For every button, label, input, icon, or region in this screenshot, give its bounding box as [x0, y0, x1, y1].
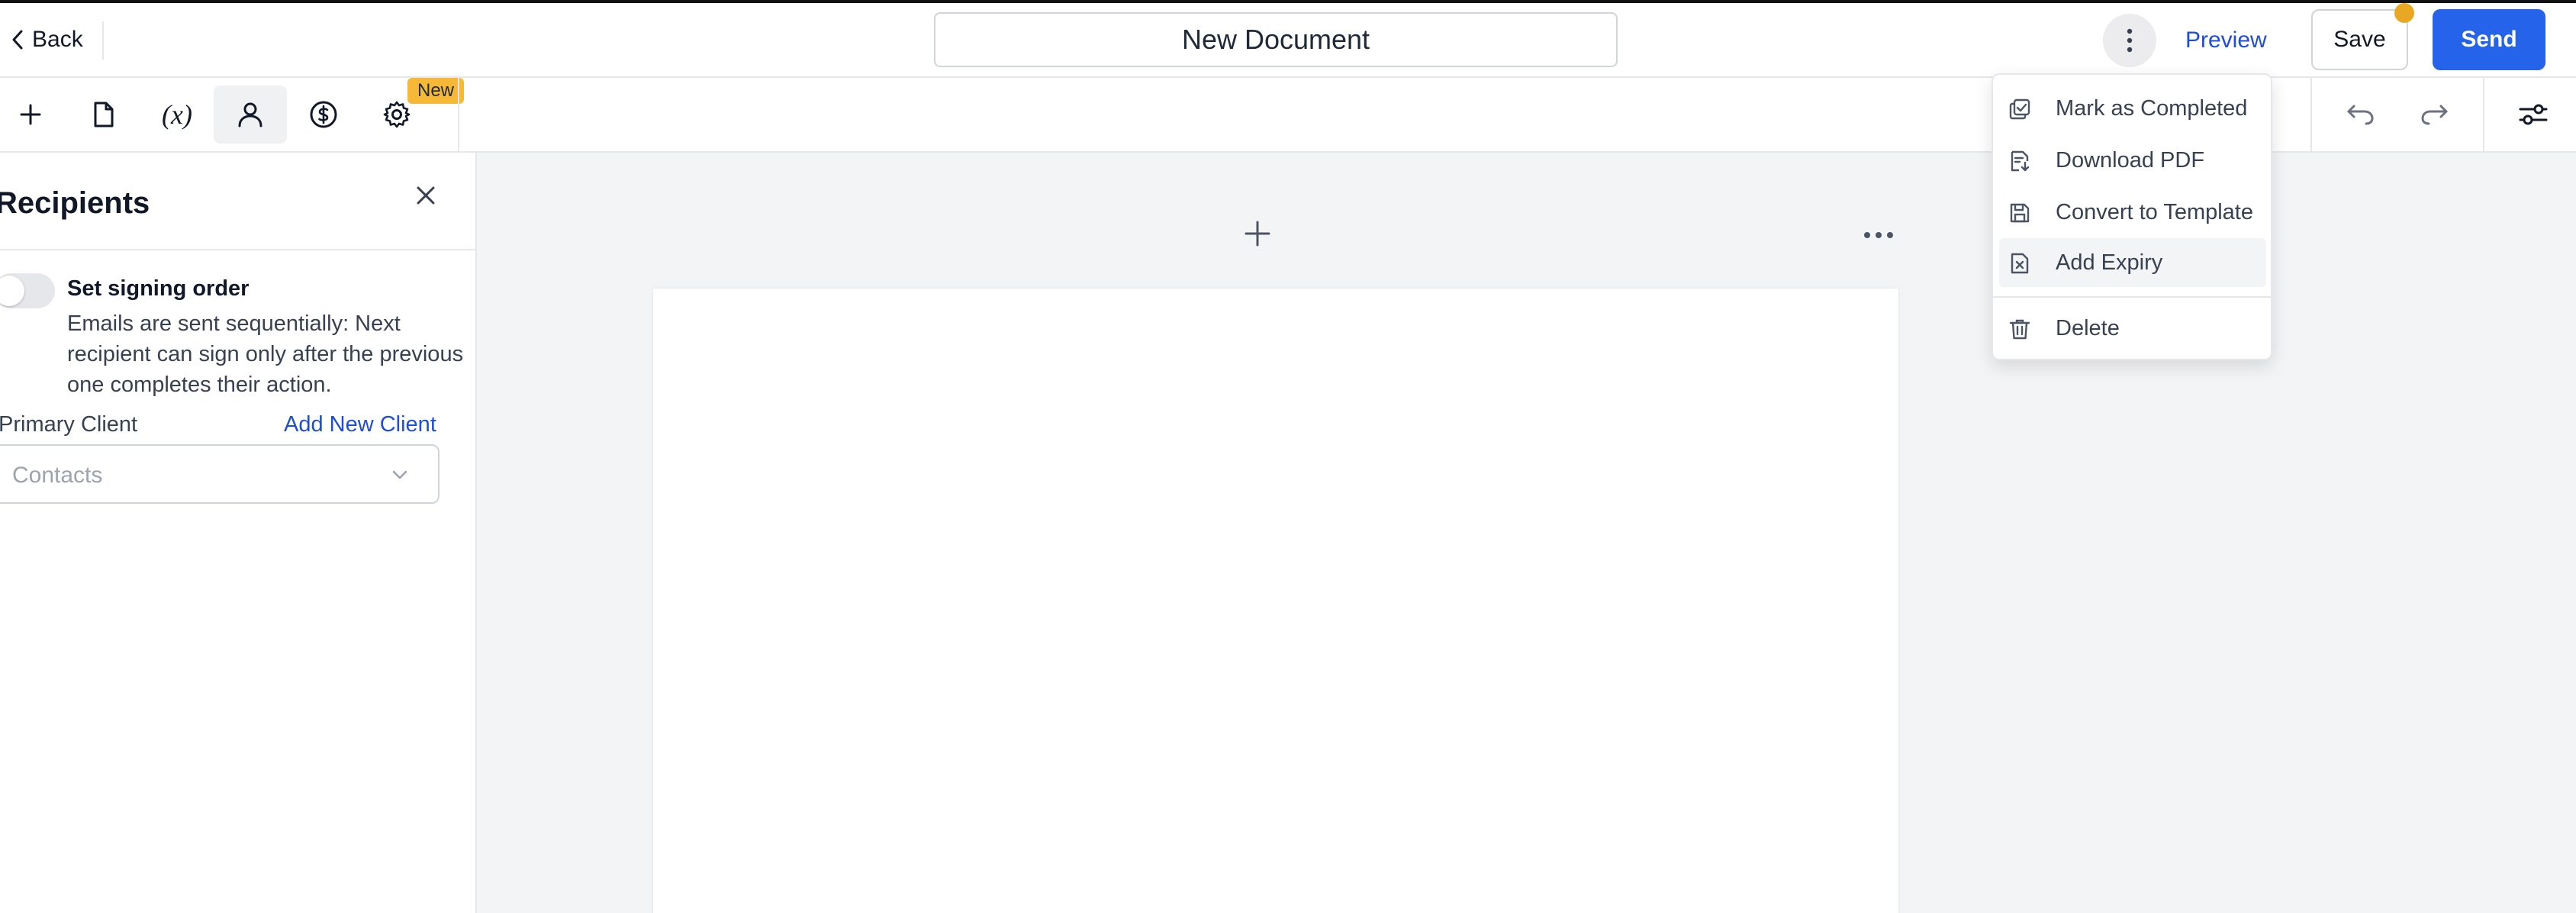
chevron-down-icon	[389, 464, 411, 486]
save-button[interactable]: Save	[2311, 9, 2408, 70]
file-x-icon	[2008, 252, 2031, 275]
toggle-knob	[0, 276, 24, 306]
plus-icon	[18, 102, 43, 127]
document-page[interactable]	[653, 289, 1898, 913]
new-badge: New	[407, 78, 464, 104]
document-settings-button[interactable]	[2497, 85, 2570, 144]
add-page-button[interactable]	[1242, 218, 1273, 249]
recipients-panel: Recipients Set signing order Emails are …	[0, 153, 477, 913]
variables-button[interactable]: (x)	[140, 85, 214, 144]
person-icon	[237, 102, 263, 127]
gear-icon	[382, 100, 411, 129]
contacts-select[interactable]: Contacts	[0, 444, 440, 504]
signing-order-description: Emails are sent sequentially: Next recip…	[67, 311, 464, 397]
redo-icon	[2420, 103, 2449, 126]
menu-item-label: Mark as Completed	[2056, 95, 2248, 121]
document-icon	[92, 101, 115, 128]
menu-item-add-expiry[interactable]: Add Expiry	[1999, 238, 2266, 287]
contacts-placeholder: Contacts	[12, 463, 103, 488]
add-new-client-link[interactable]: Add New Client	[284, 412, 436, 437]
menu-item-label: Add Expiry	[2056, 250, 2163, 275]
signing-order-title: Set signing order	[67, 276, 250, 301]
toolbar-divider	[458, 78, 459, 153]
save-icon	[2008, 202, 2031, 224]
menu-item-download-pdf[interactable]: Download PDF	[1999, 136, 2266, 185]
toolbar-divider	[2310, 78, 2312, 153]
more-options-menu: Mark as Completed Download PDF Convert t…	[1992, 73, 2272, 360]
horizontal-dots-icon	[1863, 231, 1894, 239]
undo-icon	[2346, 103, 2375, 126]
recipients-button[interactable]	[214, 85, 287, 144]
pricing-button[interactable]	[287, 85, 360, 144]
add-element-button[interactable]	[0, 85, 67, 144]
close-panel-button[interactable]	[409, 179, 443, 212]
document-title-input[interactable]	[934, 12, 1618, 67]
unsaved-indicator-dot	[2394, 3, 2414, 23]
trash-icon	[2008, 318, 2031, 340]
panel-divider	[0, 249, 475, 250]
menu-item-convert-template[interactable]: Convert to Template	[1999, 188, 2266, 237]
variable-icon: (x)	[162, 99, 192, 130]
chevron-left-icon	[11, 29, 24, 50]
signing-order-toggle[interactable]	[0, 273, 55, 308]
menu-item-mark-completed[interactable]: Mark as Completed	[1999, 84, 2266, 133]
primary-client-label: Primary Client	[0, 412, 138, 437]
documents-button[interactable]	[67, 85, 140, 144]
back-button[interactable]: Back	[11, 23, 83, 56]
check-copy-icon	[2008, 98, 2031, 121]
more-options-button[interactable]	[2103, 14, 2156, 67]
plus-icon	[1244, 220, 1271, 247]
panel-title: Recipients	[0, 186, 150, 220]
toolbar-divider	[2483, 78, 2484, 153]
send-button[interactable]: Send	[2433, 9, 2545, 70]
close-icon	[415, 185, 436, 206]
menu-item-label: Download PDF	[2056, 147, 2205, 173]
header-divider	[102, 21, 104, 60]
header-bar: Back Preview Save Send	[0, 3, 2576, 78]
preview-button[interactable]: Preview	[2185, 20, 2267, 61]
redo-button[interactable]	[2397, 85, 2471, 144]
menu-item-label: Convert to Template	[2056, 199, 2253, 224]
menu-item-label: Delete	[2056, 315, 2120, 340]
dollar-icon	[309, 100, 338, 129]
file-download-icon	[2008, 150, 2031, 173]
undo-button[interactable]	[2324, 85, 2397, 144]
page-options-button[interactable]	[1862, 226, 1895, 244]
back-label: Back	[32, 27, 83, 52]
vertical-dots-icon	[2127, 28, 2133, 53]
settings-sliders-icon	[2518, 103, 2549, 126]
menu-item-delete[interactable]: Delete	[1999, 304, 2266, 353]
menu-divider	[1993, 296, 2271, 298]
